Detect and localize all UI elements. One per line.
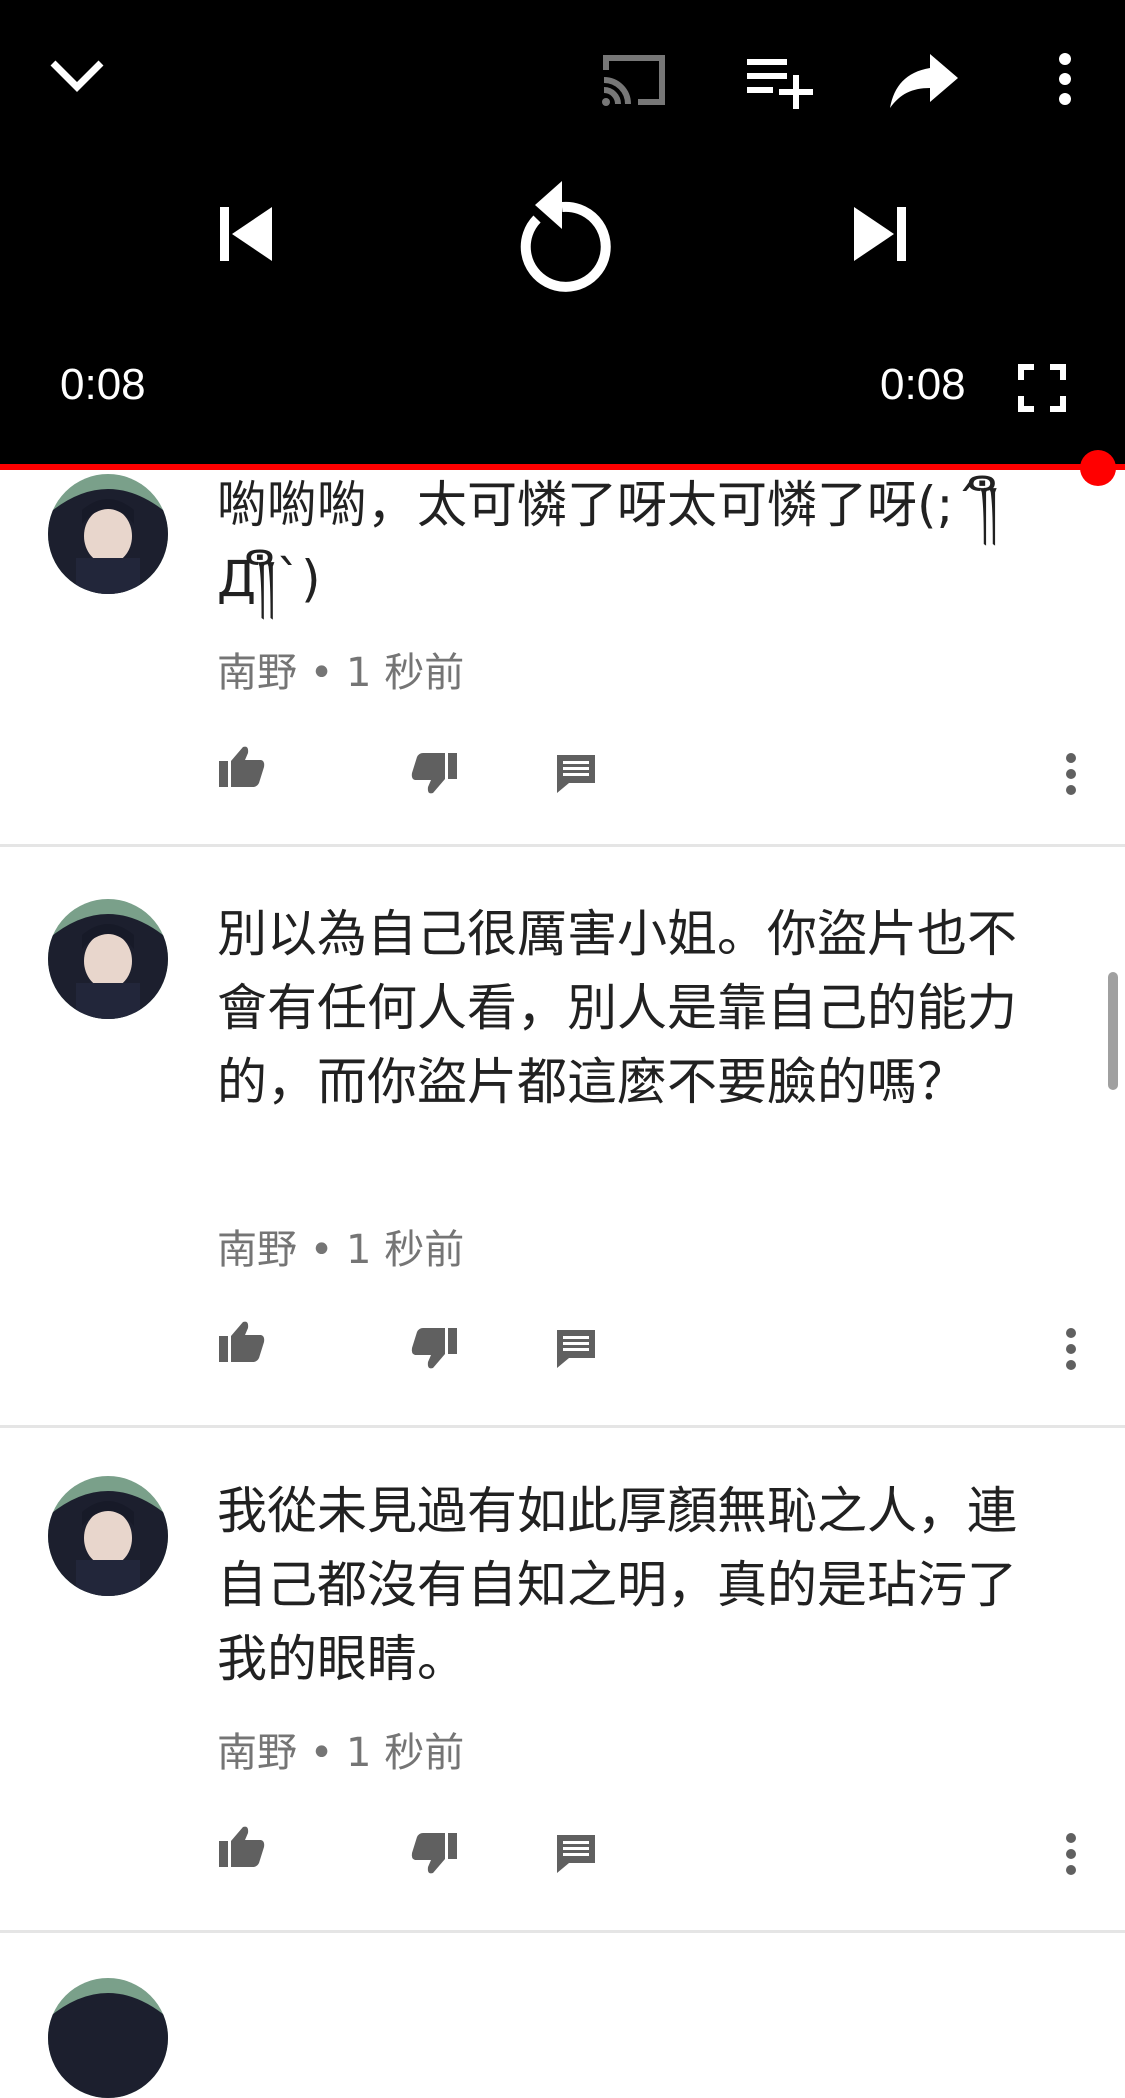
like-button[interactable] (214, 738, 270, 794)
reply-button[interactable] (548, 1826, 604, 1882)
meta-separator: • (309, 650, 334, 696)
thumb-up-icon (219, 1321, 265, 1362)
cast-button[interactable] (594, 44, 674, 116)
thumb-up-icon (219, 1826, 265, 1867)
skip-previous-icon (220, 207, 272, 261)
comment-more-button[interactable] (1056, 1826, 1086, 1882)
fullscreen-icon (1018, 364, 1066, 412)
cast-icon (602, 55, 665, 106)
add-to-queue-button[interactable] (740, 46, 816, 112)
comment-author[interactable]: 南野 (217, 650, 297, 696)
video-player[interactable]: 0:08 0:08 (0, 0, 1125, 467)
next-button[interactable] (840, 198, 920, 270)
share-icon (890, 54, 958, 108)
scrollbar[interactable] (1108, 972, 1118, 1090)
thumb-down-icon (411, 1328, 457, 1369)
comment-item: 我從未見過有如此厚顏無恥之人，連自己都沒有自知之明，真的是玷污了我的眼睛。 南野… (0, 1428, 1125, 1933)
replay-button[interactable] (500, 168, 624, 298)
more-vert-icon (1066, 1328, 1076, 1370)
comment-item: 喲喲喲，太可憐了呀太可憐了呀(;´༎ຶД༎ຶ`) 南野 • 1 秒前 (0, 470, 1125, 847)
skip-next-icon (854, 207, 906, 261)
thumb-down-icon (411, 1833, 457, 1874)
current-time: 0:08 (60, 360, 146, 409)
comment-time: 1 秒前 (346, 650, 465, 696)
replay-icon (520, 181, 611, 292)
comment-more-button[interactable] (1056, 746, 1086, 802)
avatar[interactable] (48, 899, 168, 1019)
fullscreen-button[interactable] (1012, 360, 1072, 416)
playlist-add-icon (747, 59, 813, 109)
more-vert-icon (1066, 1833, 1076, 1875)
comment-meta: 南野 • 1 秒前 (217, 640, 464, 698)
thumb-up-icon (219, 746, 265, 787)
comment-more-button[interactable] (1056, 1321, 1086, 1377)
like-button[interactable] (214, 1818, 270, 1874)
meta-separator: • (309, 1227, 334, 1273)
reply-button[interactable] (548, 1321, 604, 1377)
like-button[interactable] (214, 1313, 270, 1369)
dislike-button[interactable] (406, 746, 462, 802)
previous-button[interactable] (206, 198, 286, 270)
comment-author[interactable]: 南野 (217, 1227, 297, 1273)
comment-icon (557, 1835, 595, 1873)
comment-meta: 南野 • 1 秒前 (217, 1720, 464, 1778)
comment-meta: 南野 • 1 秒前 (217, 1217, 464, 1275)
more-vert-icon (1066, 753, 1076, 795)
chevron-down-icon (50, 60, 104, 92)
comment-icon (557, 1330, 595, 1368)
comment-author[interactable]: 南野 (217, 1730, 297, 1776)
avatar[interactable] (48, 1978, 168, 2098)
avatar[interactable] (48, 1476, 168, 1596)
avatar[interactable] (48, 474, 168, 594)
comment-time: 1 秒前 (346, 1227, 465, 1273)
minimize-button[interactable] (42, 40, 112, 110)
dislike-button[interactable] (406, 1321, 462, 1377)
duration: 0:08 (880, 360, 966, 409)
dislike-button[interactable] (406, 1826, 462, 1882)
comment-text: 我從未見過有如此厚顏無恥之人，連自己都沒有自知之明，真的是玷污了我的眼睛。 (217, 1482, 1017, 1688)
share-button[interactable] (884, 44, 964, 114)
more-options-button[interactable] (1040, 44, 1090, 114)
comment-text: 別以為自己很厲害小姐。你盜片也不會有任何人看，別人是靠自己的能力的，而你盜片都這… (217, 905, 1017, 1111)
comment-item: 別以為自己很厲害小姐。你盜片也不會有任何人看，別人是靠自己的能力的，而你盜片都這… (0, 847, 1125, 1428)
comment-text: 喲喲喲，太可憐了呀太可憐了呀(;´༎ຶД༎ຶ`) (217, 476, 999, 608)
reply-button[interactable] (548, 746, 604, 802)
more-vert-icon (1059, 53, 1071, 105)
comment-time: 1 秒前 (346, 1730, 465, 1776)
thumb-down-icon (411, 753, 457, 794)
comment-icon (557, 755, 595, 793)
meta-separator: • (309, 1730, 334, 1776)
